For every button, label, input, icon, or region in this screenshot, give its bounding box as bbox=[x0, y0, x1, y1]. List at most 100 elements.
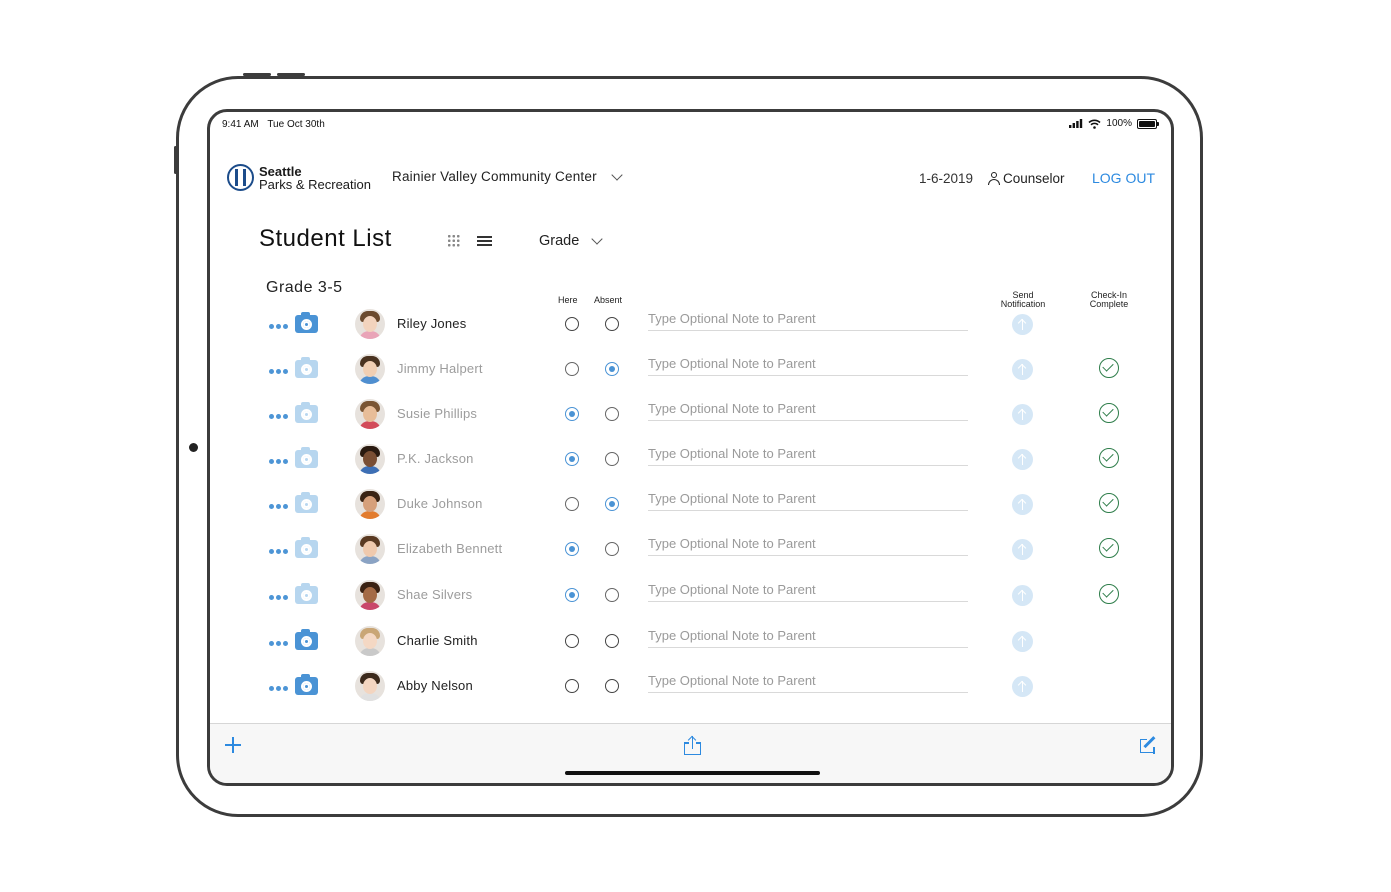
avatar bbox=[355, 626, 385, 656]
camera-icon[interactable] bbox=[295, 492, 318, 513]
session-date: 1-6-2019 bbox=[919, 171, 974, 186]
page-title: Student List bbox=[259, 225, 392, 252]
parent-note-input[interactable] bbox=[648, 442, 968, 466]
send-notification-icon[interactable] bbox=[1012, 404, 1033, 425]
check-in-complete-icon bbox=[1099, 448, 1119, 468]
student-name[interactable]: Duke Johnson bbox=[397, 496, 483, 511]
more-icon[interactable] bbox=[269, 324, 290, 330]
battery-percent: 100% bbox=[1106, 118, 1132, 129]
camera-icon[interactable] bbox=[295, 312, 318, 333]
student-name[interactable]: Jimmy Halpert bbox=[397, 361, 483, 376]
here-radio[interactable] bbox=[565, 362, 579, 376]
status-date: Tue Oct 30th bbox=[267, 119, 325, 130]
compose-icon[interactable] bbox=[1139, 736, 1157, 754]
list-view-icon[interactable] bbox=[477, 236, 492, 246]
student-name[interactable]: P.K. Jackson bbox=[397, 451, 474, 466]
student-row: Jimmy Halpert bbox=[210, 350, 1171, 394]
student-name[interactable]: Abby Nelson bbox=[397, 678, 473, 693]
camera-icon[interactable] bbox=[295, 402, 318, 423]
here-radio[interactable] bbox=[565, 588, 579, 602]
check-in-complete-icon bbox=[1099, 538, 1119, 558]
plus-icon[interactable] bbox=[225, 737, 241, 753]
student-row: P.K. Jackson bbox=[210, 440, 1171, 484]
absent-radio[interactable] bbox=[605, 317, 619, 331]
section-title: Grade 3-5 bbox=[266, 279, 343, 296]
signal-icon bbox=[1069, 119, 1083, 128]
parent-note-input[interactable] bbox=[648, 578, 968, 602]
absent-radio[interactable] bbox=[605, 542, 619, 556]
parks-logo-icon bbox=[227, 164, 254, 191]
avatar bbox=[355, 580, 385, 610]
camera-icon[interactable] bbox=[295, 629, 318, 650]
status-bar-right: 100% bbox=[1069, 118, 1159, 129]
student-name[interactable]: Shae Silvers bbox=[397, 587, 472, 602]
parent-note-input[interactable] bbox=[648, 532, 968, 556]
absent-radio[interactable] bbox=[605, 362, 619, 376]
here-radio[interactable] bbox=[565, 317, 579, 331]
avatar bbox=[355, 354, 385, 384]
more-icon[interactable] bbox=[269, 459, 290, 465]
user-role: Counselor bbox=[1003, 171, 1065, 186]
send-notification-icon[interactable] bbox=[1012, 676, 1033, 697]
parent-note-input[interactable] bbox=[648, 669, 968, 693]
group-by-label: Grade bbox=[539, 233, 580, 249]
send-notification-icon[interactable] bbox=[1012, 585, 1033, 606]
more-icon[interactable] bbox=[269, 641, 290, 647]
more-icon[interactable] bbox=[269, 414, 290, 420]
more-icon[interactable] bbox=[269, 504, 290, 510]
send-notification-icon[interactable] bbox=[1012, 359, 1033, 380]
send-notification-icon[interactable] bbox=[1012, 494, 1033, 515]
send-notification-icon[interactable] bbox=[1012, 314, 1033, 335]
status-bar-left: 9:41 AM Tue Oct 30th bbox=[222, 119, 331, 130]
more-icon[interactable] bbox=[269, 369, 290, 375]
logout-button[interactable]: LOG OUT bbox=[1092, 170, 1155, 186]
home-indicator bbox=[565, 771, 820, 775]
parent-note-input[interactable] bbox=[648, 487, 968, 511]
send-notification-icon[interactable] bbox=[1012, 539, 1033, 560]
here-radio[interactable] bbox=[565, 634, 579, 648]
group-by-dropdown[interactable]: Grade bbox=[539, 233, 603, 249]
check-in-complete-icon bbox=[1099, 358, 1119, 378]
student-name[interactable]: Riley Jones bbox=[397, 316, 466, 331]
wifi-icon bbox=[1088, 119, 1101, 129]
more-icon[interactable] bbox=[269, 595, 290, 601]
here-radio[interactable] bbox=[565, 679, 579, 693]
avatar bbox=[355, 489, 385, 519]
here-radio[interactable] bbox=[565, 407, 579, 421]
absent-radio[interactable] bbox=[605, 497, 619, 511]
camera-icon[interactable] bbox=[295, 583, 318, 604]
send-notification-icon[interactable] bbox=[1012, 631, 1033, 652]
parent-note-input[interactable] bbox=[648, 624, 968, 648]
student-name[interactable]: Charlie Smith bbox=[397, 633, 478, 648]
student-name[interactable]: Elizabeth Bennett bbox=[397, 541, 502, 556]
here-radio[interactable] bbox=[565, 542, 579, 556]
more-icon[interactable] bbox=[269, 549, 290, 555]
send-notification-icon[interactable] bbox=[1012, 449, 1033, 470]
more-icon[interactable] bbox=[269, 686, 290, 692]
parent-note-input[interactable] bbox=[648, 352, 968, 376]
share-icon[interactable] bbox=[684, 735, 701, 756]
absent-radio[interactable] bbox=[605, 452, 619, 466]
camera-icon[interactable] bbox=[295, 674, 318, 695]
here-radio[interactable] bbox=[565, 497, 579, 511]
absent-radio[interactable] bbox=[605, 634, 619, 648]
camera-icon[interactable] bbox=[295, 357, 318, 378]
column-header-absent: Absent bbox=[594, 295, 623, 305]
chevron-down-icon bbox=[611, 168, 623, 181]
logo-line-2: Parks & Recreation bbox=[259, 176, 371, 192]
camera-icon[interactable] bbox=[295, 447, 318, 468]
parent-note-input[interactable] bbox=[648, 307, 968, 331]
grid-view-icon[interactable] bbox=[447, 234, 460, 247]
parent-note-input[interactable] bbox=[648, 397, 968, 421]
absent-radio[interactable] bbox=[605, 407, 619, 421]
here-radio[interactable] bbox=[565, 452, 579, 466]
student-row: Shae Silvers bbox=[210, 576, 1171, 620]
check-in-complete-icon bbox=[1099, 493, 1119, 513]
bottom-toolbar bbox=[210, 723, 1171, 783]
student-name[interactable]: Susie Phillips bbox=[397, 406, 477, 421]
absent-radio[interactable] bbox=[605, 588, 619, 602]
location-dropdown[interactable]: Rainier Valley Community Center bbox=[392, 168, 623, 184]
camera-icon[interactable] bbox=[295, 537, 318, 558]
absent-radio[interactable] bbox=[605, 679, 619, 693]
user-menu[interactable]: Counselor bbox=[988, 171, 1065, 186]
